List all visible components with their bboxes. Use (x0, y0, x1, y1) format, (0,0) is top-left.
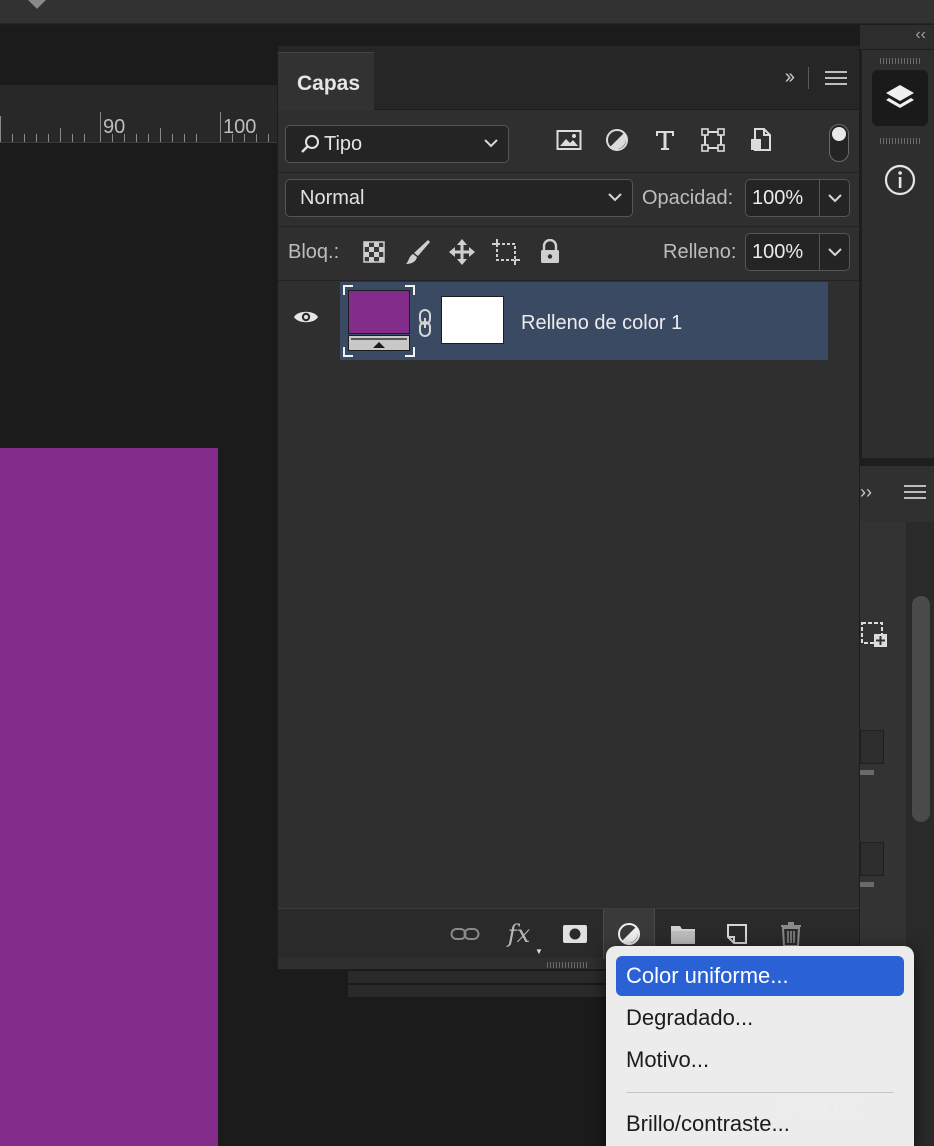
tab-layers[interactable]: Capas (278, 52, 374, 110)
dock-collapse-bar[interactable]: ‹‹ (860, 25, 934, 49)
eye-icon (294, 311, 318, 323)
lock-all-icon[interactable] (533, 234, 567, 270)
adjustment-filter-icon[interactable] (601, 122, 633, 158)
secondary-panel-header: ›› (860, 466, 934, 522)
layer-visibility-toggle[interactable] (293, 308, 319, 331)
menu-item-brightness-contrast[interactable]: Brillo/contraste... (616, 1104, 904, 1144)
right-dock (862, 50, 934, 458)
image-filter-icon[interactable] (553, 122, 585, 158)
platzi-watermark: Platz (780, 1086, 860, 1124)
dock-grip[interactable] (880, 58, 920, 64)
fill-label: Relleno: (663, 241, 737, 263)
menu-item-pattern[interactable]: Motivo... (616, 1040, 904, 1080)
menu-item-gradient[interactable]: Degradado... (616, 998, 904, 1038)
chevron-down-icon (827, 248, 842, 257)
layer-style-button[interactable]: fx ▼ (493, 909, 545, 959)
dock-grip[interactable] (880, 138, 920, 144)
fx-icon: fx (507, 920, 531, 948)
app-glyph-icon (27, 0, 47, 9)
layers-tab-bar: Capas ›› (278, 46, 859, 110)
chevron-down-icon (827, 194, 842, 203)
new-layer-icon (727, 924, 747, 944)
collapse-panel-icon[interactable]: ›› (785, 66, 795, 89)
document-color-fill[interactable] (0, 448, 218, 1146)
search-icon (301, 135, 319, 153)
opacity-dropdown[interactable] (819, 180, 849, 216)
opacity-field[interactable]: 100% (745, 179, 850, 217)
layers-panel-button[interactable] (872, 70, 928, 126)
blend-mode-value: Normal (300, 186, 365, 209)
fill-dropdown[interactable] (819, 234, 849, 270)
blend-mode-select[interactable]: Normal (285, 179, 633, 217)
type-filter-icon[interactable] (649, 122, 681, 158)
horizontal-ruler: 90 100 (0, 85, 280, 143)
info-icon (884, 164, 916, 196)
chain-link-icon (419, 309, 431, 337)
layer-mask-thumbnail[interactable] (441, 296, 504, 344)
lock-position-icon[interactable] (445, 234, 479, 270)
layers-icon (886, 85, 914, 108)
link-layers-icon (450, 928, 480, 940)
filter-kind-label: Tipo (324, 132, 363, 155)
trash-icon (781, 922, 801, 947)
info-panel-button[interactable] (872, 152, 928, 208)
ruler-label-100: 100 (223, 116, 257, 138)
opacity-value[interactable]: 100% (752, 187, 803, 210)
layer-fill-thumbnail[interactable] (343, 285, 415, 357)
chevron-down-icon (608, 193, 622, 202)
opacity-label: Opacidad: (642, 187, 734, 209)
expand-panel-icon[interactable]: ›› (860, 482, 872, 503)
panel-menu-icon[interactable] (904, 484, 926, 500)
adjustment-layer-menu: Color uniforme... Degradado... Motivo...… (606, 946, 914, 1146)
collapse-dock-icon[interactable]: ‹‹ (915, 26, 926, 44)
chevron-down-icon (484, 139, 498, 148)
layer-name[interactable]: Relleno de color 1 (521, 312, 682, 335)
filter-kind-select[interactable]: Tipo (285, 125, 509, 163)
fill-field[interactable]: 100% (745, 233, 850, 271)
lock-transparent-pixels-icon[interactable] (357, 234, 391, 270)
fill-value[interactable]: 100% (752, 241, 803, 264)
lock-artboard-icon[interactable] (489, 234, 523, 270)
link-layers-button[interactable] (439, 909, 491, 959)
smart-object-filter-icon[interactable] (745, 122, 777, 158)
lock-image-pixels-icon[interactable] (401, 234, 435, 270)
add-mask-button[interactable] (549, 909, 601, 959)
add-mask-icon (563, 925, 587, 943)
adjustment-layer-icon (618, 923, 640, 945)
panel-scrollbar[interactable] (912, 596, 930, 822)
folder-icon (671, 926, 695, 944)
transform-add-icon[interactable] (860, 620, 890, 650)
lock-label: Bloq.: (288, 241, 340, 263)
application-bar (0, 0, 934, 24)
shape-filter-icon[interactable] (697, 122, 729, 158)
menu-item-solid-color[interactable]: Color uniforme... (616, 956, 904, 996)
fill-layer-badge-icon (351, 338, 407, 348)
mask-link-toggle[interactable] (417, 308, 433, 343)
ruler-label-90: 90 (103, 116, 126, 138)
layers-panel: Capas ›› Tipo Normal Opacidad: 100% Bloq… (277, 45, 860, 970)
filter-toggle[interactable] (829, 124, 849, 162)
panel-menu-icon[interactable] (825, 70, 847, 86)
